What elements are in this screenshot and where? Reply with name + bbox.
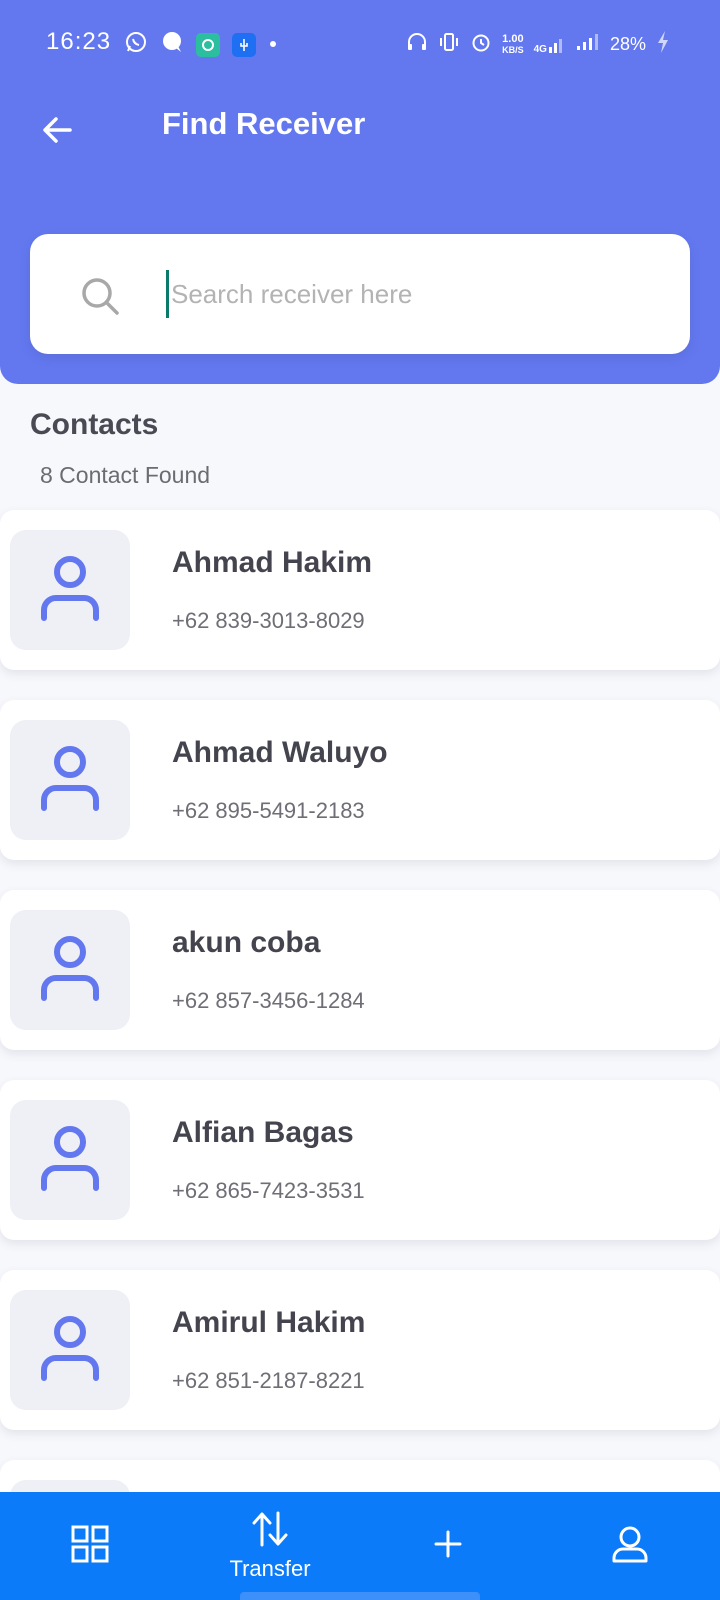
search-icon (80, 276, 120, 321)
app-notification-icon (196, 32, 220, 57)
arrow-left-icon (40, 112, 76, 153)
contact-name: Ahmad Hakim (172, 546, 373, 579)
plus-icon (432, 1528, 464, 1565)
person-icon (38, 552, 102, 629)
back-button[interactable] (36, 110, 80, 154)
charging-icon (656, 30, 670, 59)
contact-name: Amirul Hakim (172, 1306, 366, 1339)
nav-add-button[interactable] (408, 1492, 488, 1600)
page-title: Find Receiver (162, 106, 366, 141)
chat-icon (160, 30, 184, 59)
network-type: 4G (533, 43, 547, 55)
nav-transfer-button[interactable]: Transfer (210, 1492, 330, 1600)
signal-4g-icon: 4G (534, 35, 566, 55)
home-indicator[interactable] (240, 1592, 480, 1600)
vibrate-icon (438, 31, 460, 58)
contact-card[interactable]: Alfian Bagas +62 865-7423-3531 (0, 1080, 720, 1240)
transfer-icon (250, 1511, 290, 1552)
avatar (10, 530, 130, 650)
contact-card[interactable]: Ahmad Hakim +62 839-3013-8029 (0, 510, 720, 670)
contact-name: Alfian Bagas (172, 1116, 354, 1149)
person-icon (38, 1122, 102, 1199)
person-icon (38, 932, 102, 1009)
person-icon (38, 1312, 102, 1389)
system-icons: 1.00 KB/S 4G 28% (406, 30, 670, 59)
signal-icon (576, 32, 600, 57)
header: 16:23 1.00 KB/S 4G 28% Find Receiver Sea… (0, 0, 720, 384)
whatsapp-icon (124, 30, 148, 59)
contact-card[interactable]: Ahmad Waluyo +62 895-5491-2183 (0, 700, 720, 860)
notification-icons (124, 30, 278, 59)
contact-card[interactable]: akun coba +62 857-3456-1284 (0, 890, 720, 1050)
contact-phone: +62 857-3456-1284 (172, 988, 365, 1013)
profile-icon (610, 1524, 650, 1569)
contact-phone: +62 851-2187-8221 (172, 1368, 365, 1393)
search-box (30, 234, 690, 354)
headphones-icon (406, 31, 428, 58)
contact-phone: +62 839-3013-8029 (172, 608, 365, 633)
nav-transfer-label: Transfer (229, 1555, 311, 1581)
contact-card[interactable]: Amirul Hakim +62 851-2187-8221 (0, 1270, 720, 1430)
more-notifications-dot-icon (268, 36, 278, 54)
bottom-navigation: Transfer (0, 1492, 720, 1600)
contact-phone: +62 895-5491-2183 (172, 798, 365, 823)
nav-home-button[interactable] (50, 1492, 130, 1600)
status-bar: 16:23 1.00 KB/S 4G 28% (0, 0, 720, 88)
search-input[interactable] (166, 270, 666, 318)
nav-profile-button[interactable] (590, 1492, 670, 1600)
avatar (10, 1290, 130, 1410)
network-speed-value: 1.00 (502, 32, 524, 45)
alarm-icon (470, 31, 492, 58)
contacts-count: 8 Contact Found (40, 462, 211, 488)
person-icon (38, 742, 102, 819)
battery-level: 28% (609, 34, 646, 54)
grid-icon (70, 1524, 110, 1569)
usb-icon (232, 32, 256, 57)
contact-name: Ahmad Waluyo (172, 736, 388, 769)
avatar (10, 720, 130, 840)
contact-phone: +62 865-7423-3531 (172, 1178, 365, 1203)
network-speed-unit: KB/S (502, 44, 524, 55)
avatar (10, 910, 130, 1030)
network-speed: 1.00 KB/S (502, 32, 524, 56)
status-time: 16:23 (46, 28, 112, 55)
contacts-heading: Contacts (30, 408, 159, 441)
avatar (10, 1100, 130, 1220)
contact-name: akun coba (172, 926, 321, 959)
